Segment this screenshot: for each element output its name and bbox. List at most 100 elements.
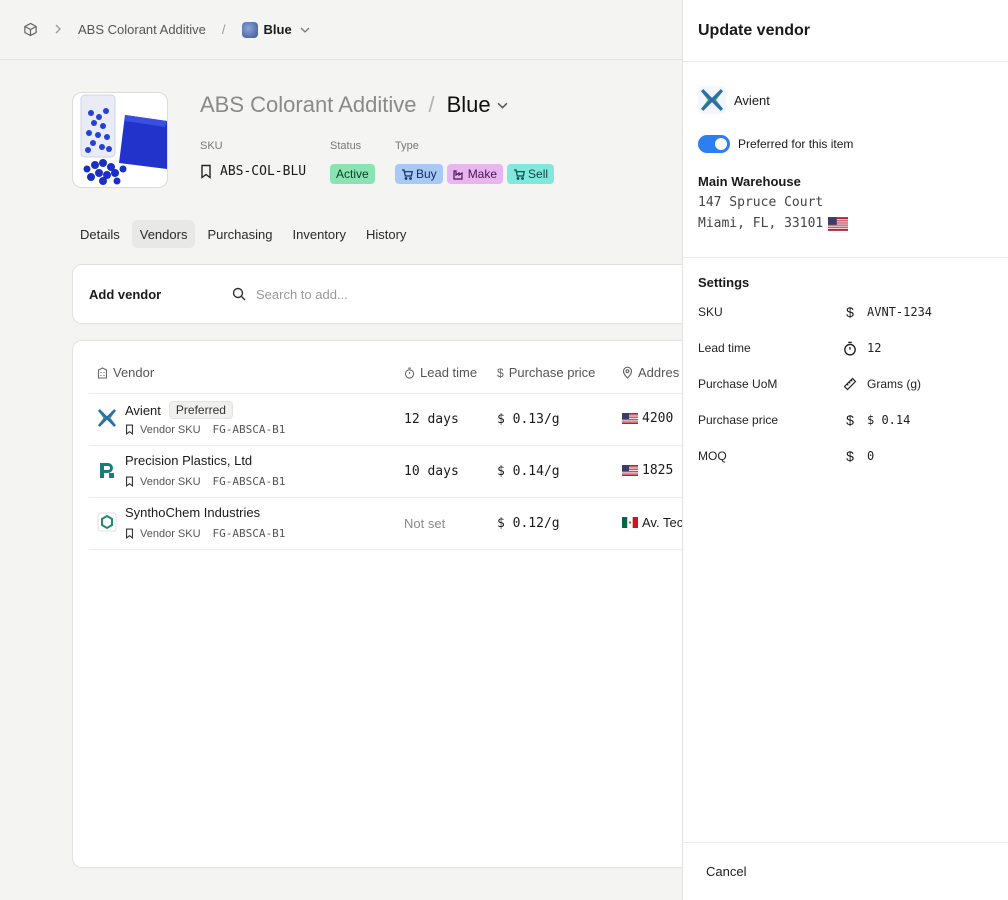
- avient-logo: [698, 86, 726, 114]
- vendor-search-input[interactable]: [256, 286, 556, 302]
- tab-purchasing[interactable]: Purchasing: [199, 220, 280, 248]
- panel-vendor: Avient: [698, 86, 770, 114]
- precision-plastics-logo: [98, 461, 116, 479]
- address-line-1: 147 Spruce Court: [698, 195, 824, 210]
- setting-moq: MOQ $ 0: [698, 446, 998, 466]
- tab-inventory[interactable]: Inventory: [285, 220, 354, 248]
- preferred-toggle[interactable]: [698, 135, 730, 153]
- tab-details[interactable]: Details: [72, 220, 128, 248]
- column-header-lead-time[interactable]: Lead time: [404, 365, 477, 380]
- bookmark-icon: [201, 164, 211, 179]
- vendor-sku-label: Vendor SKU: [140, 527, 201, 540]
- tab-history[interactable]: History: [358, 220, 414, 248]
- vendor-name: SynthoChem Industries: [125, 505, 260, 520]
- setting-sku: SKU $ AVNT-1234: [698, 302, 998, 322]
- setting-value[interactable]: 0: [867, 449, 874, 463]
- cart-icon: [402, 168, 413, 180]
- column-header-vendor[interactable]: Vendor: [97, 365, 154, 380]
- add-vendor-label: Add vendor: [89, 286, 162, 302]
- us-flag-icon: [622, 413, 638, 424]
- lead-time: Not set: [404, 516, 446, 531]
- dollar-icon: $: [497, 365, 504, 380]
- column-header-vendor-label: Vendor: [113, 365, 155, 380]
- synthochem-logo: [97, 512, 117, 532]
- us-flag-icon: [622, 465, 638, 476]
- table-row[interactable]: Precision Plastics, Ltd Vendor SKU FG-AB…: [89, 446, 771, 498]
- settings-title: Settings: [698, 275, 750, 290]
- vendor-name: Precision Plastics, Ltd: [125, 453, 252, 468]
- purchase-price: $ 0.12/g: [497, 516, 560, 531]
- column-header-purchase-price-label: Purchase price: [508, 365, 596, 380]
- breadcrumb-parent[interactable]: ABS Colorant Additive: [78, 22, 206, 37]
- panel-footer-divider: [683, 842, 1008, 843]
- type-label: Type: [395, 140, 419, 152]
- product-thumbnail: [241, 21, 258, 38]
- vendor-sku: Vendor SKU FG-ABSCA-B1: [125, 527, 285, 540]
- type-badge-sell: Sell: [507, 164, 555, 184]
- avient-logo: [98, 409, 116, 427]
- cube-icon[interactable]: [22, 22, 38, 38]
- panel-divider: [683, 257, 1008, 258]
- setting-label: Lead time: [698, 341, 751, 355]
- preferred-badge: Preferred: [168, 401, 233, 419]
- type-badge-make: Make: [446, 164, 504, 184]
- setting-purchase-uom: Purchase UoM Grams (g): [698, 374, 998, 394]
- setting-value[interactable]: $ 0.14: [867, 413, 910, 427]
- bookmark-icon: [126, 528, 133, 539]
- breadcrumb-current[interactable]: Blue: [241, 21, 310, 38]
- product-image: [72, 92, 168, 188]
- setting-purchase-price: Purchase price $ $ 0.14: [698, 410, 998, 430]
- type-label-buy: Buy: [416, 167, 437, 181]
- lead-time: 12 days: [404, 412, 459, 427]
- breadcrumb-current-label: Blue: [263, 22, 292, 37]
- chevron-down-icon[interactable]: [497, 102, 508, 109]
- vendor-address: 1825 I: [622, 463, 689, 478]
- type-label-make: Make: [467, 167, 498, 181]
- status-label: Status: [330, 140, 362, 152]
- tab-vendors[interactable]: Vendors: [131, 220, 196, 248]
- setting-lead-time: Lead time 12: [698, 338, 998, 358]
- vendor-address: Av. Tec: [622, 515, 683, 530]
- mx-flag-icon: [622, 517, 638, 528]
- title-parent[interactable]: ABS Colorant Additive: [200, 92, 416, 118]
- map-pin-icon: [622, 366, 633, 379]
- vendor-search[interactable]: [232, 286, 556, 302]
- setting-label: Purchase price: [698, 413, 779, 427]
- dollar-icon: $: [846, 448, 854, 464]
- purchase-price: $ 0.13/g: [497, 412, 560, 427]
- dollar-icon: $: [846, 412, 854, 428]
- column-header-address[interactable]: Addres: [622, 365, 679, 380]
- tab-bar: Details Vendors Purchasing Inventory His…: [72, 220, 414, 248]
- table-row[interactable]: SynthoChem Industries Vendor SKU FG-ABSC…: [89, 498, 771, 550]
- search-icon: [232, 287, 246, 301]
- lead-time: 10 days: [404, 464, 459, 479]
- type-label-sell: Sell: [528, 167, 549, 181]
- panel-title: Update vendor: [698, 22, 811, 39]
- chevron-down-icon: [300, 27, 310, 33]
- vendor-sku-code: FG-ABSCA-B1: [212, 475, 286, 488]
- page-title: ABS Colorant Additive / Blue: [200, 92, 508, 118]
- ruler-icon: [843, 377, 857, 391]
- title-current[interactable]: Blue: [447, 92, 491, 118]
- vendor-address-text: Av. Tec: [642, 515, 684, 530]
- table-row[interactable]: Avient Preferred Vendor SKU FG-ABSCA-B1 …: [89, 394, 771, 446]
- setting-value[interactable]: Grams (g): [867, 377, 921, 391]
- vendor-sku: Vendor SKU FG-ABSCA-B1: [125, 423, 285, 436]
- preferred-toggle-label: Preferred for this item: [738, 137, 854, 151]
- panel-vendor-name: Avient: [734, 92, 770, 108]
- status-badge: Active: [330, 164, 375, 184]
- setting-value[interactable]: AVNT-1234: [867, 305, 932, 319]
- vendor-sku-code: FG-ABSCA-B1: [212, 423, 286, 436]
- setting-value[interactable]: 12: [867, 341, 881, 355]
- breadcrumb-separator: /: [221, 22, 226, 37]
- address-line-2: Miami, FL, 33101: [698, 216, 849, 231]
- vendor-sku-label: Vendor SKU: [140, 475, 201, 488]
- sku-label: SKU: [200, 140, 223, 152]
- chevron-right-icon: [54, 22, 62, 37]
- cancel-button[interactable]: Cancel: [698, 860, 754, 883]
- vendor-address: 4200 I: [622, 411, 689, 426]
- column-header-purchase-price[interactable]: $ Purchase price: [497, 365, 595, 380]
- vendor-name-label: Precision Plastics, Ltd: [125, 453, 253, 468]
- vendor-sku-code: FG-ABSCA-B1: [212, 527, 286, 540]
- building-icon: [97, 366, 108, 379]
